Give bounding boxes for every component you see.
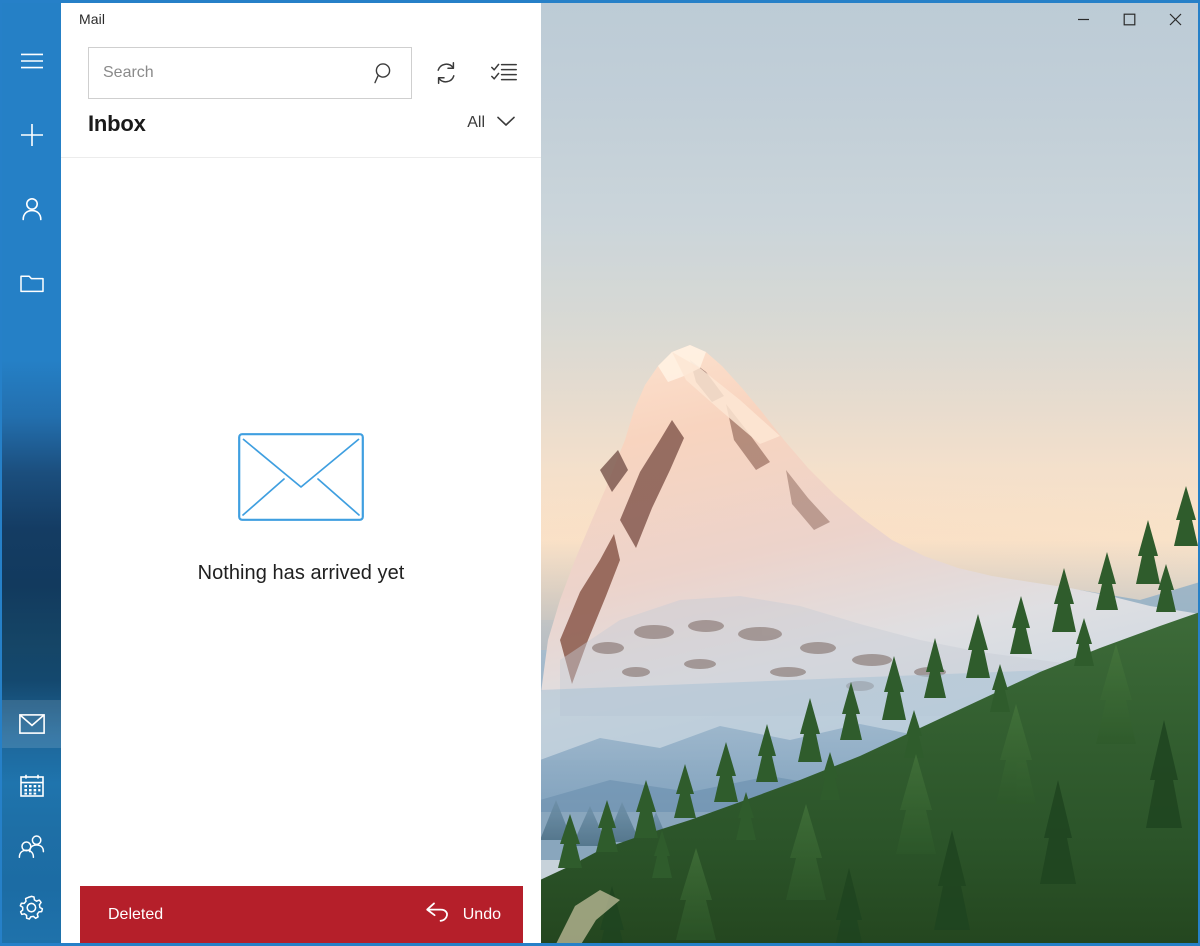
- header-divider: [61, 157, 541, 158]
- search-toolbar-row: [88, 46, 530, 100]
- empty-state-message: Nothing has arrived yet: [197, 562, 405, 584]
- screen: Mail Search Inbox All Nothing has arrive…: [0, 0, 1200, 946]
- mail-icon: [18, 714, 45, 734]
- message-list-pane: Mail Search Inbox All Nothing has arrive…: [61, 3, 541, 943]
- undo-arrow-icon: [425, 901, 451, 928]
- calendar-icon: [19, 774, 44, 797]
- search-input[interactable]: [89, 48, 360, 98]
- sidebar-item-settings[interactable]: [2, 883, 61, 931]
- sidebar-item-people[interactable]: [2, 822, 61, 870]
- envelope-outline-icon: [238, 433, 364, 526]
- folder-icon: [19, 273, 44, 293]
- select-mode-icon: [491, 62, 518, 84]
- gear-icon: [19, 895, 44, 920]
- rail-bottom-group: [2, 700, 61, 931]
- close-icon: [1169, 13, 1182, 26]
- navigation-rail: [2, 3, 61, 943]
- notification-bar: Deleted Undo: [80, 886, 523, 943]
- sidebar-item-new-mail[interactable]: [2, 111, 61, 159]
- filter-dropdown[interactable]: All: [467, 114, 515, 132]
- minimize-button[interactable]: [1060, 3, 1106, 35]
- rail-top-group: [2, 37, 61, 307]
- sidebar-item-folders[interactable]: [2, 259, 61, 307]
- sidebar-item-calendar[interactable]: [2, 761, 61, 809]
- undo-button[interactable]: Undo: [425, 901, 501, 928]
- sync-icon: [434, 61, 458, 85]
- person-icon: [21, 197, 43, 221]
- page-title: Inbox: [88, 111, 146, 136]
- app-title: Mail: [79, 11, 106, 27]
- window-caption-buttons: [1060, 3, 1198, 35]
- people-icon: [18, 834, 46, 858]
- search-button[interactable]: [359, 47, 411, 99]
- notification-message: Deleted: [108, 905, 164, 923]
- window-accent-left-border: [0, 0, 2, 946]
- filter-value-label: All: [467, 114, 485, 131]
- close-button[interactable]: [1152, 3, 1198, 35]
- search-box[interactable]: [88, 47, 413, 99]
- window-accent-top-border: [0, 0, 1200, 3]
- undo-label: Undo: [462, 905, 501, 923]
- maximize-icon: [1123, 13, 1136, 26]
- sidebar-item-accounts[interactable]: [2, 185, 61, 233]
- maximize-button[interactable]: [1106, 3, 1152, 35]
- sidebar-item-hamburger[interactable]: [2, 37, 61, 85]
- minimize-icon: [1077, 13, 1090, 26]
- chevron-down-icon: [497, 114, 515, 132]
- search-icon: [374, 62, 396, 84]
- selection-mode-button[interactable]: [478, 47, 530, 99]
- hamburger-menu-icon: [20, 53, 43, 69]
- list-header-row: Inbox All: [61, 111, 541, 158]
- sidebar-item-mail[interactable]: [2, 700, 61, 748]
- plus-icon: [20, 123, 44, 147]
- sync-button[interactable]: [420, 47, 472, 99]
- empty-state: Nothing has arrived yet: [61, 433, 541, 585]
